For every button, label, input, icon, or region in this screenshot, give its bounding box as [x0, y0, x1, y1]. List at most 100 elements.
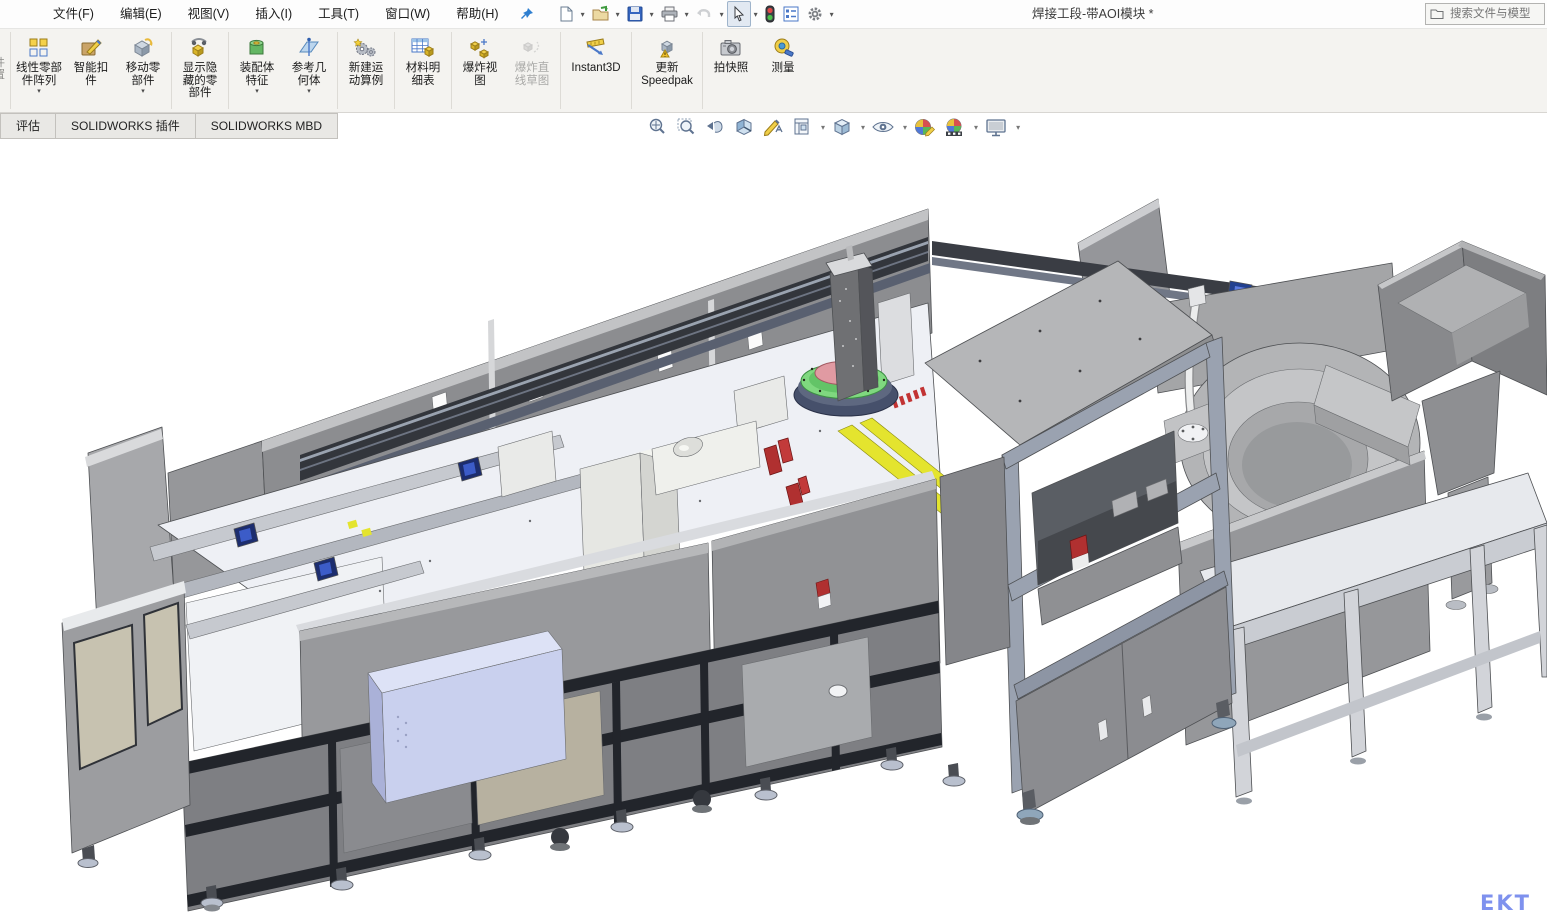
ribbon-separator: [394, 32, 395, 109]
update-speedpak-icon: [654, 36, 680, 60]
exploded-view-icon: [468, 36, 492, 60]
ribbon-separator: [560, 32, 561, 109]
model-left-cabinet[interactable]: [62, 581, 190, 868]
assembly-features-icon: [245, 36, 269, 60]
view-settings-dropdown[interactable]: [1016, 123, 1020, 132]
measure-icon: [771, 36, 795, 60]
menu-file[interactable]: 文件(F): [40, 0, 107, 28]
gear-icon: [806, 5, 824, 23]
motion-study-icon: [353, 36, 379, 60]
take-snapshot-button[interactable]: 拍快照: [705, 29, 757, 112]
print-button[interactable]: [657, 1, 682, 27]
bill-of-materials-icon: [410, 36, 436, 60]
update-speedpak-button[interactable]: 更新 Speedpak: [634, 29, 700, 112]
bill-of-materials-button[interactable]: 材料明 细表: [397, 29, 449, 112]
menu-view[interactable]: 视图(V): [175, 0, 243, 28]
display-style-icon: [831, 116, 853, 138]
display-style-button[interactable]: [830, 116, 854, 138]
hide-show-dropdown[interactable]: [903, 123, 907, 132]
view-orientation-icon: [791, 116, 813, 138]
performance-button[interactable]: [761, 1, 779, 27]
pin-menu-button[interactable]: [514, 2, 540, 26]
apply-scene-button[interactable]: [942, 116, 967, 138]
undo-dropdown[interactable]: [717, 10, 727, 19]
open-dropdown[interactable]: [613, 10, 623, 19]
annotation-view-icon: [762, 116, 784, 138]
open-button[interactable]: [588, 1, 613, 27]
previous-view-button[interactable]: [703, 116, 727, 138]
move-component-button[interactable]: 移动零 部件: [117, 29, 169, 112]
view-settings-icon: [984, 116, 1008, 138]
view-orientation-dropdown[interactable]: [821, 123, 825, 132]
hide-show-items-icon: [871, 116, 895, 138]
command-list-button[interactable]: [779, 1, 803, 27]
ribbon-separator: [10, 32, 11, 109]
settings-dropdown[interactable]: [827, 10, 837, 19]
quick-access-toolbar: [554, 1, 837, 27]
tab-evaluate[interactable]: 评估: [0, 113, 56, 139]
explode-line-sketch-icon: [520, 36, 544, 60]
undo-button[interactable]: [692, 1, 717, 27]
zoom-to-area-button[interactable]: [674, 116, 698, 138]
heads-up-view-toolbar: [645, 116, 1020, 138]
explode-line-sketch-button[interactable]: 爆炸直 线草图: [506, 29, 558, 112]
select-cursor-icon: [730, 5, 748, 23]
show-hidden-components-button[interactable]: 显示隐 藏的零 部件: [174, 29, 226, 112]
menu-window[interactable]: 窗口(W): [372, 0, 443, 28]
print-dropdown[interactable]: [682, 10, 692, 19]
ribbon-separator: [171, 32, 172, 109]
open-folder-icon: [591, 5, 610, 23]
apply-scene-icon: [943, 116, 966, 138]
document-title: 焊接工段-带AOI模块 *: [1032, 0, 1154, 28]
ribbon-clipped-labels: 件 置: [0, 29, 8, 112]
command-manager-tabs: 评估 SOLIDWORKS 插件 SOLIDWORKS MBD: [0, 113, 1547, 139]
menu-edit[interactable]: 编辑(E): [107, 0, 175, 28]
view-settings-button[interactable]: [983, 116, 1009, 138]
search-folder-icon: [1430, 8, 1444, 20]
settings-button[interactable]: [803, 1, 827, 27]
section-view-button[interactable]: [732, 116, 756, 138]
zoom-to-fit-icon: [646, 116, 668, 138]
select-dropdown[interactable]: [751, 10, 761, 19]
ribbon-separator: [228, 32, 229, 109]
tab-solidworks-addins[interactable]: SOLIDWORKS 插件: [56, 113, 196, 139]
select-button[interactable]: [727, 1, 751, 27]
apply-scene-dropdown[interactable]: [974, 123, 978, 132]
linear-pattern-button[interactable]: 线性零部 件阵列: [13, 29, 65, 112]
graphics-viewport[interactable]: EKT: [0, 139, 1547, 920]
exploded-view-button[interactable]: 爆炸视 图: [454, 29, 506, 112]
zoom-to-area-icon: [675, 116, 697, 138]
view-orientation-button[interactable]: [790, 116, 814, 138]
annotation-view-button[interactable]: [761, 116, 785, 138]
menu-tools[interactable]: 工具(T): [305, 0, 372, 28]
smart-fastener-button[interactable]: 智能扣 件: [65, 29, 117, 112]
measure-button[interactable]: 测量: [757, 29, 809, 112]
tab-solidworks-mbd[interactable]: SOLIDWORKS MBD: [196, 113, 338, 139]
reference-geometry-button[interactable]: 参考几 何体: [283, 29, 335, 112]
save-dropdown[interactable]: [647, 10, 657, 19]
section-view-icon: [733, 116, 755, 138]
display-style-dropdown[interactable]: [861, 123, 865, 132]
search-input[interactable]: [1448, 7, 1536, 21]
menu-bar: 文件(F) 编辑(E) 视图(V) 插入(I) 工具(T) 窗口(W) 帮助(H…: [0, 0, 1547, 29]
new-motion-study-button[interactable]: 新建运 动算例: [340, 29, 392, 112]
hide-show-items-button[interactable]: [870, 116, 896, 138]
pin-icon: [519, 6, 535, 22]
search-box[interactable]: [1425, 3, 1545, 25]
new-document-button[interactable]: [554, 1, 578, 27]
assembly-3d-model[interactable]: [0, 139, 1547, 920]
edit-appearance-button[interactable]: [912, 116, 937, 138]
assembly-features-button[interactable]: 装配体 特征: [231, 29, 283, 112]
ekt-watermark: EKT: [1480, 891, 1531, 915]
ribbon-separator: [337, 32, 338, 109]
command-list-icon: [782, 5, 800, 23]
zoom-to-fit-button[interactable]: [645, 116, 669, 138]
new-dropdown[interactable]: [578, 10, 588, 19]
save-icon: [626, 5, 644, 23]
print-icon: [660, 5, 679, 23]
save-button[interactable]: [623, 1, 647, 27]
new-document-icon: [557, 5, 575, 23]
menu-insert[interactable]: 插入(I): [242, 0, 305, 28]
menu-help[interactable]: 帮助(H): [443, 0, 511, 28]
instant3d-button[interactable]: Instant3D: [563, 29, 629, 112]
